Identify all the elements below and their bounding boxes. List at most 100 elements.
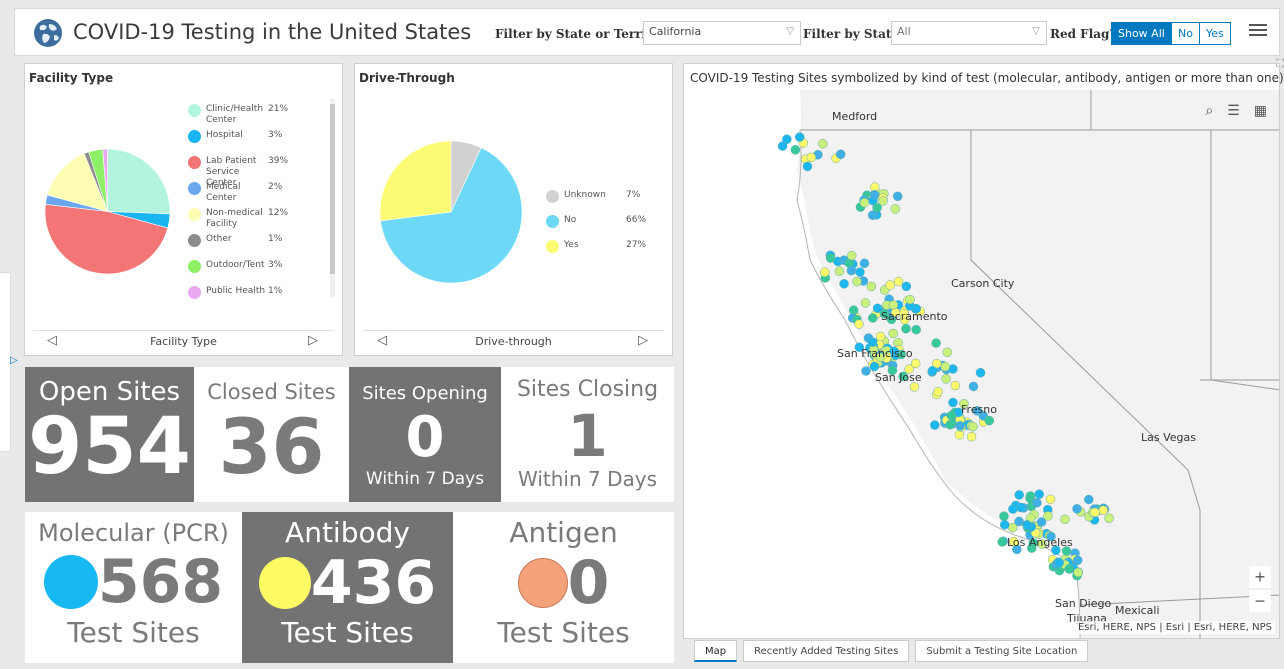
test-site-marker[interactable] bbox=[997, 537, 1007, 547]
test-site-marker[interactable] bbox=[1054, 558, 1064, 568]
test-site-marker[interactable] bbox=[940, 361, 950, 372]
test-site-marker[interactable] bbox=[945, 419, 955, 430]
test-site-marker[interactable] bbox=[930, 420, 940, 430]
test-site-marker[interactable] bbox=[927, 366, 938, 376]
test-site-marker[interactable] bbox=[834, 266, 845, 276]
test-site-marker[interactable] bbox=[933, 386, 943, 397]
tab-submit-location[interactable]: Submit a Testing Site Location bbox=[915, 640, 1089, 662]
test-site-marker[interactable] bbox=[806, 152, 817, 163]
test-site-marker[interactable] bbox=[825, 253, 836, 263]
pie-slice-2[interactable] bbox=[380, 141, 452, 222]
test-site-marker[interactable] bbox=[1014, 490, 1024, 500]
test-site-marker[interactable] bbox=[1072, 555, 1083, 565]
test-site-marker[interactable] bbox=[901, 323, 911, 334]
test-site-marker[interactable] bbox=[859, 258, 870, 269]
test-site-marker[interactable] bbox=[846, 250, 857, 261]
hamburger-menu-icon[interactable] bbox=[1249, 21, 1267, 39]
test-site-marker[interactable] bbox=[966, 431, 977, 442]
next-page-icon[interactable]: ▷ bbox=[638, 333, 648, 348]
legend-item[interactable]: Unknown 7% bbox=[546, 190, 676, 203]
test-site-marker[interactable] bbox=[859, 197, 870, 208]
test-site-marker[interactable] bbox=[948, 397, 958, 408]
test-site-marker[interactable] bbox=[1022, 520, 1033, 530]
test-site-marker[interactable] bbox=[888, 328, 898, 339]
legend-item[interactable]: Other 1% bbox=[188, 234, 318, 247]
test-site-marker[interactable] bbox=[854, 319, 864, 329]
zoom-in-button[interactable]: + bbox=[1249, 566, 1271, 588]
test-site-marker[interactable] bbox=[984, 415, 995, 426]
test-site-marker[interactable] bbox=[1032, 498, 1042, 508]
test-site-marker[interactable] bbox=[901, 281, 912, 292]
next-page-icon[interactable]: ▷ bbox=[308, 333, 318, 348]
prev-page-icon[interactable]: ◁ bbox=[377, 333, 387, 348]
legend-item[interactable]: No 66% bbox=[546, 215, 676, 228]
test-site-marker[interactable] bbox=[1043, 511, 1053, 521]
legend-item[interactable]: Medical Center 2% bbox=[188, 182, 318, 204]
test-site-marker[interactable] bbox=[885, 280, 895, 290]
test-site-marker[interactable] bbox=[1090, 507, 1100, 518]
test-site-marker[interactable] bbox=[975, 367, 986, 378]
tab-map[interactable]: Map bbox=[694, 640, 738, 662]
test-site-marker[interactable] bbox=[950, 380, 961, 391]
test-site-marker[interactable] bbox=[1008, 504, 1018, 514]
test-site-marker[interactable] bbox=[867, 337, 878, 347]
tab-recently-added[interactable]: Recently Added Testing Sites bbox=[743, 640, 910, 662]
status-filter-select[interactable]: All ▽ bbox=[891, 21, 1047, 45]
test-site-marker[interactable] bbox=[872, 202, 882, 213]
test-site-marker[interactable] bbox=[1072, 504, 1082, 514]
pie-slice-0[interactable] bbox=[107, 149, 171, 215]
no-button[interactable]: No bbox=[1171, 22, 1200, 45]
test-site-marker[interactable] bbox=[875, 331, 886, 342]
show-all-button[interactable]: Show All bbox=[1111, 22, 1172, 45]
test-site-marker[interactable] bbox=[1016, 502, 1026, 513]
test-site-marker[interactable] bbox=[866, 281, 877, 292]
zoom-out-button[interactable]: − bbox=[1249, 590, 1271, 612]
test-site-marker[interactable] bbox=[839, 279, 849, 289]
test-site-marker[interactable] bbox=[905, 294, 915, 305]
test-site-marker[interactable] bbox=[819, 267, 830, 278]
test-site-marker[interactable] bbox=[1034, 489, 1044, 499]
test-site-marker[interactable] bbox=[802, 161, 813, 172]
expand-map-icon[interactable]: ⛶ bbox=[1276, 58, 1284, 71]
legend-item[interactable]: Yes 27% bbox=[546, 240, 676, 253]
test-site-marker[interactable] bbox=[1045, 494, 1056, 505]
test-site-marker[interactable] bbox=[911, 324, 921, 335]
test-site-marker[interactable] bbox=[941, 374, 951, 384]
test-site-marker[interactable] bbox=[1064, 564, 1074, 574]
test-site-marker[interactable] bbox=[790, 145, 801, 155]
test-site-marker[interactable] bbox=[1098, 505, 1109, 516]
search-icon[interactable]: ⌕ bbox=[1205, 102, 1213, 119]
map-canvas[interactable]: Medford Carson City Sacramento San Franc… bbox=[685, 90, 1279, 638]
test-site-marker[interactable] bbox=[968, 421, 978, 432]
test-site-marker[interactable] bbox=[782, 134, 792, 144]
test-site-marker[interactable] bbox=[869, 189, 880, 200]
test-site-marker[interactable] bbox=[892, 191, 903, 202]
test-site-marker[interactable] bbox=[1060, 514, 1070, 525]
legend-item[interactable]: Non-medical Facility 12% bbox=[188, 208, 318, 230]
test-site-marker[interactable] bbox=[860, 298, 871, 308]
legend-item[interactable]: Outdoor/Tent 3% bbox=[188, 260, 318, 273]
test-site-marker[interactable] bbox=[942, 347, 953, 358]
test-site-marker[interactable] bbox=[999, 520, 1010, 530]
test-site-marker[interactable] bbox=[968, 381, 979, 392]
test-site-marker[interactable] bbox=[890, 204, 901, 214]
test-site-marker[interactable] bbox=[910, 358, 921, 369]
test-site-marker[interactable] bbox=[1084, 494, 1094, 505]
test-site-marker[interactable] bbox=[1025, 491, 1036, 501]
yes-button[interactable]: Yes bbox=[1199, 22, 1231, 45]
test-site-marker[interactable] bbox=[861, 366, 871, 376]
legend-item[interactable]: Hospital 3% bbox=[188, 130, 318, 143]
test-site-marker[interactable] bbox=[1104, 513, 1114, 524]
test-site-marker[interactable] bbox=[852, 276, 862, 287]
test-site-marker[interactable] bbox=[794, 132, 805, 142]
test-site-marker[interactable] bbox=[999, 511, 1009, 521]
legend-scrollbar[interactable] bbox=[330, 99, 335, 297]
test-site-marker[interactable] bbox=[869, 361, 880, 372]
basemap-gallery-icon[interactable]: ▦ bbox=[1254, 102, 1267, 119]
test-site-marker[interactable] bbox=[835, 149, 846, 160]
state-filter-select[interactable]: California ▽ bbox=[643, 21, 801, 45]
test-site-marker[interactable] bbox=[868, 313, 878, 323]
test-site-marker[interactable] bbox=[1007, 522, 1018, 533]
test-site-marker[interactable] bbox=[855, 267, 865, 277]
test-site-marker[interactable] bbox=[946, 410, 957, 421]
